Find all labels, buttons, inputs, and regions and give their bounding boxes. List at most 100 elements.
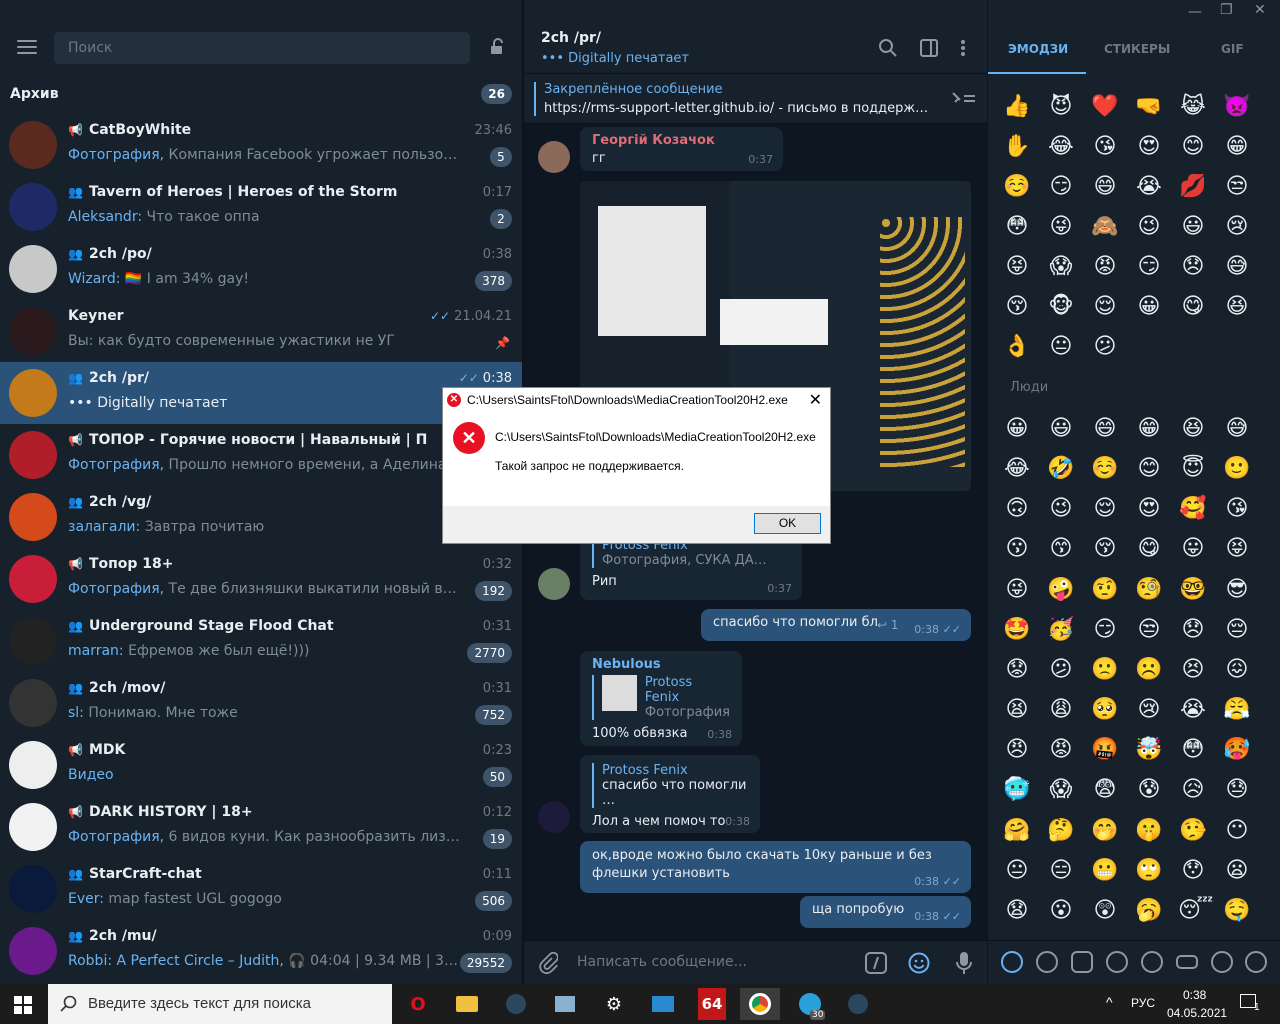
- emoji-item[interactable]: 😋: [1178, 292, 1208, 322]
- emoji-item[interactable]: 😁: [1222, 132, 1252, 162]
- emoji-item[interactable]: 🥶: [1002, 775, 1032, 805]
- news-app-icon[interactable]: [643, 988, 683, 1020]
- emoji-item[interactable]: 😉: [1134, 212, 1164, 242]
- emoji-item[interactable]: ☺️: [1002, 172, 1032, 202]
- emoji-item[interactable]: 😇: [1178, 454, 1208, 484]
- emoji-item[interactable]: 😏: [1134, 252, 1164, 282]
- minimize-icon[interactable]: —: [1188, 4, 1202, 20]
- chat-list-item[interactable]: 👥 StarCraft-chat 0:11 Ever: map fastest UGL…: [0, 858, 522, 920]
- pinned-message-bar[interactable]: Закреплённое сообщение https://rms-suppo…: [524, 74, 987, 124]
- emoji-item[interactable]: 😐: [1046, 332, 1076, 362]
- avatar[interactable]: [538, 801, 570, 833]
- taskbar-search-input[interactable]: Введите здесь текст для поиска: [48, 984, 392, 1024]
- clock-time[interactable]: 0:38: [1183, 988, 1206, 1002]
- emoji-item[interactable]: 😴: [1178, 896, 1213, 926]
- emoji-item[interactable]: 😗: [1002, 534, 1032, 564]
- food-category-icon[interactable]: [1106, 951, 1128, 973]
- emoji-item[interactable]: 😱: [1046, 252, 1076, 282]
- app-64-icon[interactable]: 64: [698, 988, 726, 1020]
- emoji-item[interactable]: 😔: [1222, 615, 1252, 645]
- emoji-item[interactable]: 👍: [1002, 92, 1032, 122]
- emoji-item[interactable]: 😅: [1222, 414, 1252, 444]
- emoji-item[interactable]: ☺️: [1090, 454, 1120, 484]
- search-icon[interactable]: [878, 38, 898, 58]
- emoji-item[interactable]: 👿: [1222, 92, 1252, 122]
- emoji-item[interactable]: 😭: [1134, 172, 1164, 202]
- message-bubble[interactable]: Георгій Козачок гг 0:37: [580, 127, 783, 171]
- pinned-list-icon[interactable]: [950, 90, 976, 108]
- emoji-item[interactable]: 🙄: [1134, 856, 1164, 886]
- emoji-item[interactable]: 🤯: [1134, 735, 1164, 765]
- emoji-item[interactable]: 😱: [1046, 775, 1076, 805]
- steam-icon[interactable]: [496, 988, 536, 1020]
- objects-category-icon[interactable]: [1211, 951, 1233, 973]
- chat-list-item[interactable]: 📢 Топор 18+ 0:32 Фотография, Те две близняш…: [0, 548, 522, 610]
- sender-name[interactable]: Георгій Козачок: [592, 133, 771, 148]
- emoji-item[interactable]: 😘: [1222, 494, 1252, 524]
- message-input[interactable]: Написать сообщение...: [577, 954, 747, 970]
- emoji-item[interactable]: 😠: [1002, 735, 1032, 765]
- tab-gif[interactable]: GIF: [1221, 42, 1244, 56]
- emoji-item[interactable]: 😬: [1090, 856, 1120, 886]
- ok-button[interactable]: OK: [754, 513, 821, 534]
- message-bubble-outgoing[interactable]: ща попробую 0:38 ✓✓: [800, 896, 971, 928]
- message-bubble-outgoing[interactable]: спасибо что помогли бл ↩ 1 0:38 ✓✓: [701, 609, 971, 641]
- tab-emoji[interactable]: ЭМОДЗИ: [1008, 42, 1068, 56]
- emoji-item[interactable]: 🤨: [1090, 575, 1120, 605]
- emoji-item[interactable]: 😤: [1222, 695, 1252, 725]
- emoji-item[interactable]: 😊: [1134, 454, 1164, 484]
- chat-list-item[interactable]: 📢 CatBoyWhite 23:46 Фотография, Компания Fa…: [0, 114, 522, 176]
- emoji-item[interactable]: 🤗: [1002, 816, 1032, 846]
- reply-preview[interactable]: Protoss Fenix спасибо что помогли …: [592, 763, 748, 808]
- emoji-item[interactable]: 🤔: [1046, 816, 1076, 846]
- emoji-item[interactable]: 😯: [1178, 856, 1208, 886]
- emoji-item[interactable]: 😆: [1178, 414, 1208, 444]
- emoji-item[interactable]: 😃: [1046, 414, 1076, 444]
- emoji-item[interactable]: 😏: [1090, 615, 1120, 645]
- avatar[interactable]: [538, 141, 570, 173]
- attach-icon[interactable]: [538, 952, 558, 974]
- chat-list-item[interactable]: 👥 2ch /po/0:38 Wizard: 🏳️‍🌈 I am 34% gay! 3…: [0, 238, 522, 300]
- emoji-item[interactable]: 😢: [1222, 212, 1252, 242]
- close-icon[interactable]: ✕: [1254, 2, 1266, 18]
- chat-list-item[interactable]: 👥 Underground Stage Flood Chat 0:31 marran:…: [0, 610, 522, 672]
- emoji-item[interactable]: 😂: [1002, 454, 1032, 484]
- emoji-item[interactable]: 🐵: [1046, 292, 1076, 322]
- emoji-item[interactable]: 😆: [1222, 292, 1252, 322]
- clock-date[interactable]: 04.05.2021: [1167, 1006, 1227, 1020]
- emoji-item[interactable]: 😂: [1046, 132, 1076, 162]
- emoji-item[interactable]: 🥵: [1222, 735, 1252, 765]
- emoji-item[interactable]: 😫: [1002, 695, 1032, 725]
- emoji-item[interactable]: 😲: [1090, 896, 1120, 926]
- emoji-item[interactable]: 😳: [1178, 735, 1208, 765]
- emoji-item[interactable]: 🤜: [1134, 92, 1164, 122]
- emoji-item[interactable]: 😍: [1134, 494, 1164, 524]
- emoji-item[interactable]: 🙈: [1090, 212, 1120, 242]
- animals-category-icon[interactable]: [1071, 951, 1093, 973]
- control-panel-icon[interactable]: [545, 988, 585, 1020]
- sender-name[interactable]: Nebulous: [592, 657, 730, 672]
- emoji-item[interactable]: 😥: [1178, 775, 1208, 805]
- emoji-item[interactable]: 😄: [1090, 172, 1120, 202]
- emoji-item[interactable]: 😞: [1178, 615, 1208, 645]
- emoji-item[interactable]: 😣: [1178, 655, 1208, 685]
- message-bubble-outgoing[interactable]: ок,вроде можно было скачать 10ку раньше …: [580, 841, 971, 893]
- reply-count[interactable]: ↩ 1: [877, 618, 899, 632]
- lock-icon[interactable]: [488, 38, 506, 56]
- chat-list-item[interactable]: 📢 DARK HISTORY | 18+ 0:12 Фотография, 6 вид…: [0, 796, 522, 858]
- emoji-item[interactable]: 😕: [1090, 332, 1120, 362]
- emoji-item[interactable]: 🥳: [1046, 615, 1076, 645]
- emoji-item[interactable]: 😚: [1090, 534, 1120, 564]
- emoji-item[interactable]: 😶: [1222, 816, 1252, 846]
- emoji-item[interactable]: 😩: [1046, 695, 1076, 725]
- emoji-item[interactable]: 💋: [1178, 172, 1208, 202]
- emoji-item[interactable]: 🙂: [1222, 454, 1252, 484]
- emoji-item[interactable]: 😧: [1002, 896, 1032, 926]
- conversation-title[interactable]: 2ch /pr/: [541, 30, 601, 46]
- reply-preview[interactable]: Protoss Fenix Фотография: [592, 675, 730, 720]
- language-indicator[interactable]: РУС: [1131, 996, 1155, 1010]
- emoji-item[interactable]: 😖: [1222, 655, 1252, 685]
- microphone-icon[interactable]: [956, 951, 972, 975]
- bot-command-icon[interactable]: [865, 952, 887, 974]
- emoji-item[interactable]: 🥰: [1178, 494, 1208, 524]
